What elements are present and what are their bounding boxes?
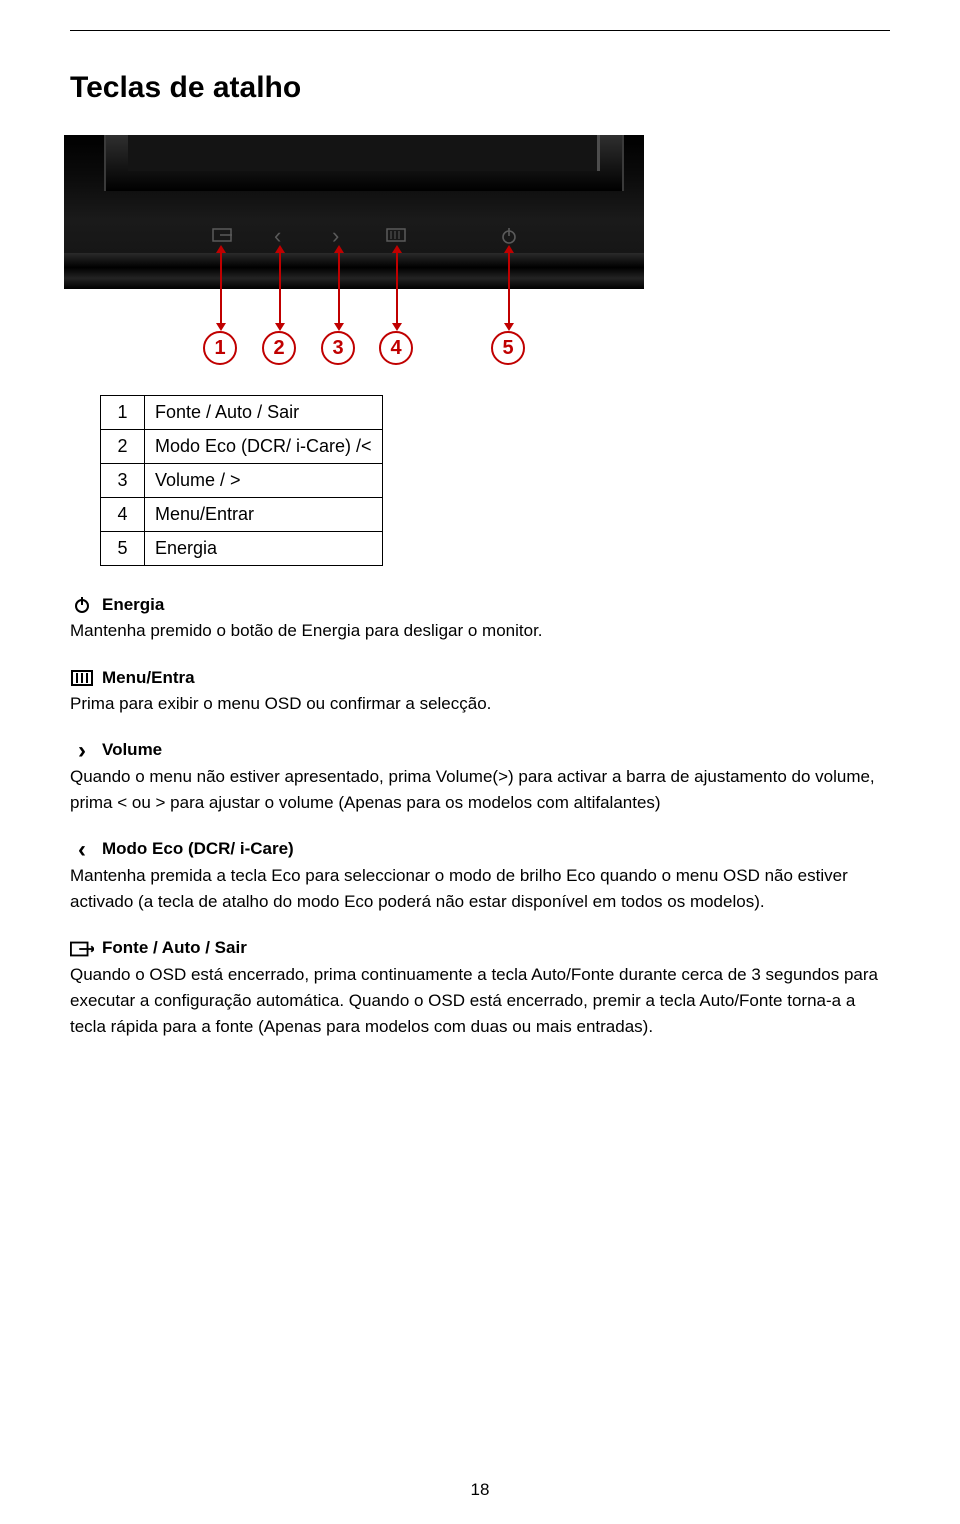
- table-cell-label: Menu/Entrar: [145, 498, 383, 532]
- section-eco: ‹ Modo Eco (DCR/ i-Care) Mantenha premid…: [70, 836, 890, 915]
- right-arrow-icon: ›: [70, 741, 94, 761]
- left-arrow-icon: ‹: [274, 225, 281, 247]
- callout-line-3: [338, 251, 340, 325]
- section-body: Mantenha premido o botão de Energia para…: [70, 618, 890, 644]
- table-cell-num: 4: [101, 498, 145, 532]
- top-rule: [70, 30, 890, 31]
- section-title: Fonte / Auto / Sair: [102, 935, 247, 961]
- section-volume: › Volume Quando o menu não estiver apres…: [70, 737, 890, 816]
- table-cell-label: Energia: [145, 532, 383, 566]
- table-cell-label: Volume / >: [145, 464, 383, 498]
- callout-badge-4: 4: [379, 331, 413, 365]
- power-icon: [70, 595, 94, 615]
- left-arrow-icon: ‹: [70, 840, 94, 860]
- callout-badge-5: 5: [491, 331, 525, 365]
- callout-line-1: [220, 251, 222, 325]
- callout-line-4: [396, 251, 398, 325]
- table-row: 4 Menu/Entrar: [101, 498, 383, 532]
- section-menu: Menu/Entra Prima para exibir o menu OSD …: [70, 665, 890, 718]
- callout-badge-3: 3: [321, 331, 355, 365]
- callout-line-2: [279, 251, 281, 325]
- source-icon: [70, 939, 94, 959]
- section-title: Modo Eco (DCR/ i-Care): [102, 836, 294, 862]
- source-icon: [212, 227, 232, 245]
- page-title: Teclas de atalho: [70, 71, 890, 105]
- right-arrow-icon: ›: [332, 225, 339, 247]
- section-body: Quando o menu não estiver apresentado, p…: [70, 764, 890, 817]
- table-row: 2 Modo Eco (DCR/ i-Care) /<: [101, 430, 383, 464]
- section-energia: Energia Mantenha premido o botão de Ener…: [70, 592, 890, 645]
- table-cell-label: Fonte / Auto / Sair: [145, 396, 383, 430]
- table-row: 3 Volume / >: [101, 464, 383, 498]
- callout-line-5: [508, 251, 510, 325]
- section-body: Quando o OSD está encerrado, prima conti…: [70, 962, 890, 1041]
- monitor-photo: ‹ › 1 2 3 4 5: [64, 135, 644, 375]
- callout-badge-2: 2: [262, 331, 296, 365]
- section-body: Prima para exibir o menu OSD ou confirma…: [70, 691, 890, 717]
- section-body: Mantenha premida a tecla Eco para selecc…: [70, 863, 890, 916]
- table-cell-label: Modo Eco (DCR/ i-Care) /<: [145, 430, 383, 464]
- menu-icon: [70, 668, 94, 688]
- section-fonte: Fonte / Auto / Sair Quando o OSD está en…: [70, 935, 890, 1040]
- table-row: 5 Energia: [101, 532, 383, 566]
- section-title: Menu/Entra: [102, 665, 195, 691]
- page-number: 18: [0, 1480, 960, 1500]
- table-row: 1 Fonte / Auto / Sair: [101, 396, 383, 430]
- table-cell-num: 2: [101, 430, 145, 464]
- table-cell-num: 1: [101, 396, 145, 430]
- callout-badge-1: 1: [203, 331, 237, 365]
- menu-icon: [386, 227, 406, 245]
- section-title: Energia: [102, 592, 164, 618]
- table-cell-num: 5: [101, 532, 145, 566]
- section-title: Volume: [102, 737, 162, 763]
- monitor-strip: [64, 135, 644, 289]
- table-cell-num: 3: [101, 464, 145, 498]
- hotkey-table: 1 Fonte / Auto / Sair 2 Modo Eco (DCR/ i…: [100, 395, 383, 566]
